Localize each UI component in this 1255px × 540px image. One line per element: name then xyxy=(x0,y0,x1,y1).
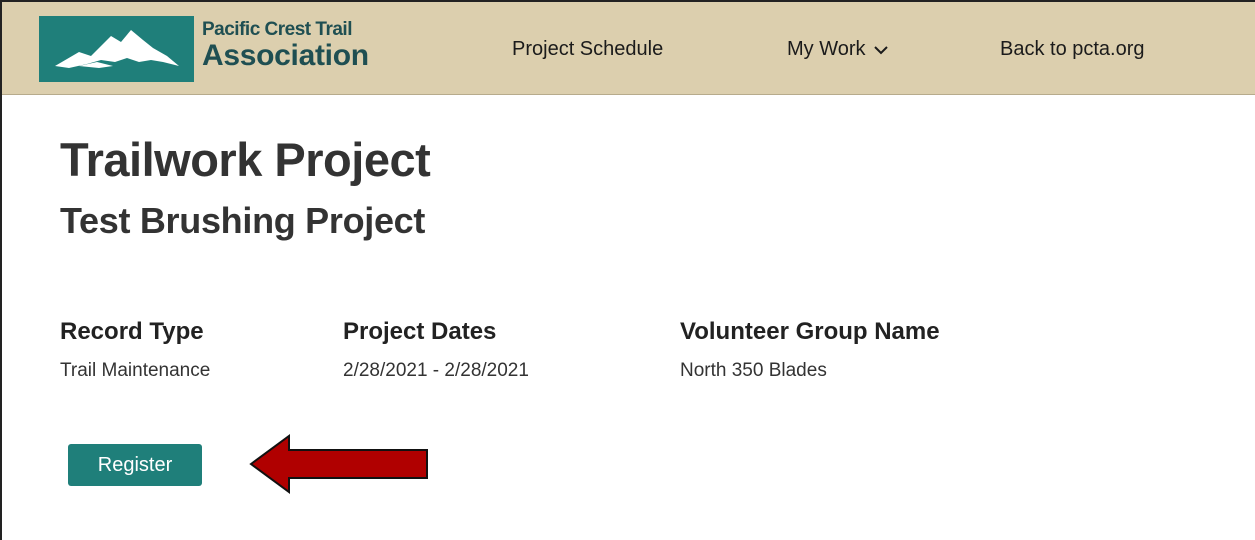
nav-back-to-pcta[interactable]: Back to pcta.org xyxy=(1000,38,1145,61)
register-button[interactable]: Register xyxy=(68,444,202,486)
site-header: Pacific Crest Trail Association Project … xyxy=(2,2,1255,95)
field-label: Volunteer Group Name xyxy=(680,318,940,345)
field-project-dates: Project Dates 2/28/2021 - 2/28/2021 xyxy=(343,318,529,382)
arrow-left-icon xyxy=(249,434,428,494)
logo-wordmark[interactable]: Pacific Crest Trail Association xyxy=(202,20,369,71)
logo-line1: Pacific Crest Trail xyxy=(202,19,352,40)
project-name: Test Brushing Project xyxy=(60,200,426,241)
nav-project-schedule[interactable]: Project Schedule xyxy=(512,38,663,61)
field-label: Project Dates xyxy=(343,318,497,345)
field-label: Record Type xyxy=(60,318,204,345)
field-value: 2/28/2021 - 2/28/2021 xyxy=(343,360,529,381)
field-record-type: Record Type Trail Maintenance xyxy=(60,318,210,382)
logo-line2: Association xyxy=(202,39,369,72)
nav-my-work-label: My Work xyxy=(787,38,866,60)
field-volunteer-group: Volunteer Group Name North 350 Blades xyxy=(680,318,940,382)
chevron-down-icon xyxy=(873,45,888,54)
field-value: Trail Maintenance xyxy=(60,360,211,381)
nav-my-work[interactable]: My Work xyxy=(787,38,888,61)
page-title: Trailwork Project xyxy=(60,133,431,186)
field-value: North 350 Blades xyxy=(680,360,827,381)
mountain-logo-icon[interactable] xyxy=(39,16,194,82)
